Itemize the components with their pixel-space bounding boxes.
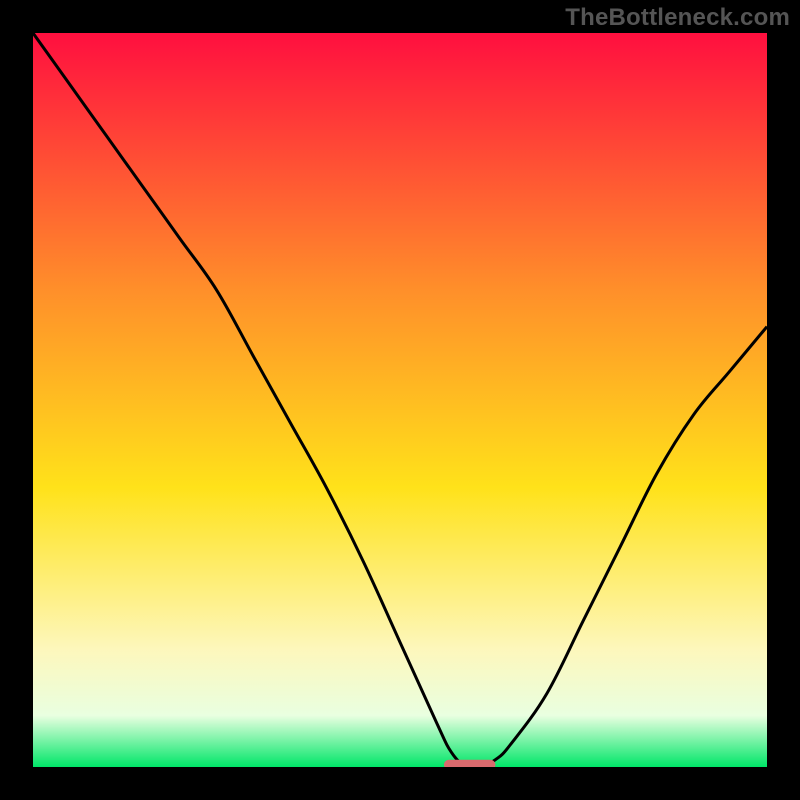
chart-svg <box>33 33 767 767</box>
minimum-marker <box>444 760 495 767</box>
watermark-text: TheBottleneck.com <box>565 4 790 32</box>
chart-frame: TheBottleneck.com <box>0 0 800 800</box>
plot-area <box>33 33 767 767</box>
gradient-background <box>33 33 767 767</box>
